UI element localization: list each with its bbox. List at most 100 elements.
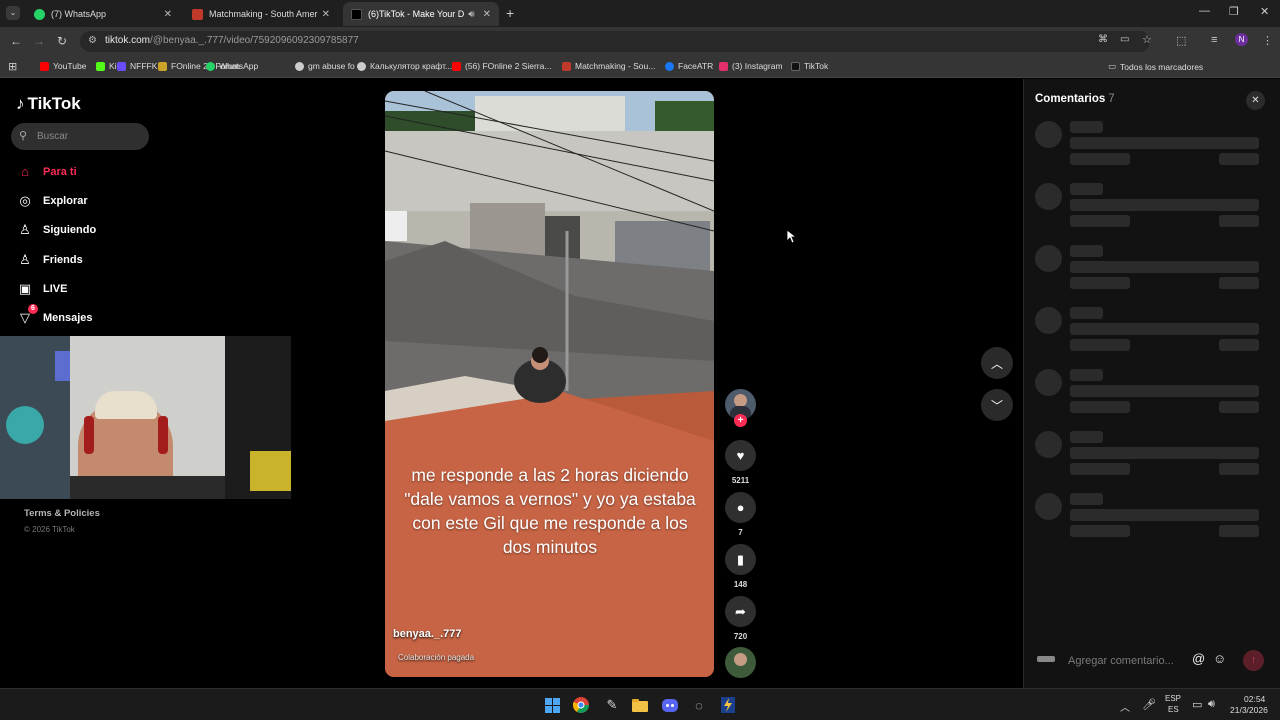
app-taskbar-icon[interactable]: ✎ <box>603 696 621 714</box>
close-tab-icon[interactable]: ✕ <box>164 9 172 20</box>
sidebar-item-mensajes[interactable]: ▽ 6 Mensajes <box>16 304 93 326</box>
language-bottom: ES <box>1168 705 1179 714</box>
video-player[interactable]: me responde a las 2 horas diciendo "dale… <box>385 91 714 677</box>
next-video-button[interactable]: ﹀ <box>981 389 1013 421</box>
messages-badge: 6 <box>28 304 38 314</box>
tray-overflow-icon[interactable]: ︿ <box>1120 699 1130 714</box>
tiktok-favicon-icon <box>351 8 362 20</box>
sidebar-item-explorar[interactable]: ◎ Explorar <box>16 193 88 209</box>
sidebar-item-label: Para ti <box>43 165 77 178</box>
tab-title: (6)TikTok - Make Your Day <box>368 9 465 19</box>
sound-avatar[interactable] <box>725 647 756 678</box>
tab-whatsapp[interactable]: (7) WhatsApp ✕ <box>26 2 180 26</box>
sidebar-item-live[interactable]: ▣ LIVE <box>16 281 68 297</box>
video-username[interactable]: benyaa._.777 <box>393 628 462 640</box>
clock-time[interactable]: 02:54 <box>1244 694 1265 704</box>
bookmark-label: gm abuse fo <box>308 61 355 71</box>
close-comments-button[interactable]: ✕ <box>1246 91 1265 110</box>
sidebar-item-label: LIVE <box>43 283 68 295</box>
translate-icon[interactable]: ⌘ <box>1098 34 1108 45</box>
cast-icon[interactable]: ▭ <box>1120 34 1129 45</box>
bookmark-star-icon[interactable]: ☆ <box>1142 33 1152 46</box>
like-button[interactable]: ♥ <box>725 440 756 471</box>
share-icon: ➦ <box>735 603 746 619</box>
new-tab-button[interactable]: + <box>506 5 514 21</box>
bookmark-tiktok[interactable]: TikTok <box>791 61 828 71</box>
audio-playing-icon[interactable]: 🔊︎ <box>468 9 474 20</box>
send-comment-button[interactable]: ↑ <box>1243 650 1264 671</box>
address-bar[interactable]: ⚙︎ tiktok.com/@benyaa._.777/video/759209… <box>80 31 1152 52</box>
comment-button[interactable]: ● <box>725 492 756 523</box>
discord-icon[interactable] <box>661 696 679 714</box>
tab-matchmaking[interactable]: Matchmaking - South America ✕ <box>184 2 338 26</box>
chevron-up-icon: ︿ <box>990 356 1003 371</box>
share-button[interactable]: ➦ <box>725 596 756 627</box>
globe-icon <box>295 61 304 71</box>
sidebar-item-para-ti[interactable]: ⌂ Para ti <box>16 164 77 179</box>
all-bookmarks[interactable]: ▭ Todos los marcadores <box>1108 61 1203 72</box>
skeleton-line <box>1070 323 1259 335</box>
tiktok-logo[interactable]: ♪ TikTok <box>16 94 81 114</box>
bookmark-gm-abuse[interactable]: gm abuse fo <box>295 61 355 71</box>
bookmark-matchmaking[interactable]: Matchmaking - Sou... <box>562 61 655 71</box>
bookmark-whatsapp[interactable]: WhatsApp <box>206 61 258 71</box>
close-tab-icon[interactable]: ✕ <box>322 9 330 20</box>
chrome-taskbar-icon[interactable] <box>572 696 590 714</box>
skeleton-avatar <box>1035 183 1062 210</box>
close-icon: ✕ <box>1251 95 1260 106</box>
bookmark-youtube[interactable]: YouTube <box>40 61 86 71</box>
mention-icon[interactable]: @ <box>1192 651 1205 666</box>
network-icon[interactable]: ▭ <box>1192 698 1202 711</box>
tab-search-button[interactable]: ⌄ <box>6 6 20 20</box>
sidebar-item-friends[interactable]: ♙ Friends <box>16 252 83 268</box>
microphone-icon[interactable]: 🎤︎ <box>1142 698 1156 711</box>
bookmark-label: (56) FOnline 2 Sierra... <box>465 61 552 71</box>
terms-link[interactable]: Terms & Policies <box>24 508 100 519</box>
search-box[interactable]: ⚲ <box>11 123 149 150</box>
volume-icon[interactable]: 🔊︎ <box>1208 698 1215 711</box>
media-control-icon[interactable]: ≡ <box>1211 34 1217 46</box>
skeleton-line <box>1070 307 1103 319</box>
like-count: 5211 <box>731 476 750 485</box>
bookmark-nfffk[interactable]: NFFFK <box>117 61 157 71</box>
bookmark-instagram[interactable]: (3) Instagram <box>719 61 783 71</box>
kick-icon <box>96 61 105 71</box>
restore-icon[interactable]: ❐ <box>1229 5 1239 18</box>
sidebar-item-label: Explorar <box>43 195 88 207</box>
previous-video-button[interactable]: ︿ <box>981 347 1013 379</box>
extensions-icon[interactable]: ⬚ <box>1176 34 1186 47</box>
bookmark-icon: ▮ <box>736 551 745 567</box>
save-button[interactable]: ▮ <box>725 544 756 575</box>
bookmark-fonline-sierra[interactable]: (56) FOnline 2 Sierra... <box>452 61 551 71</box>
back-icon[interactable]: ← <box>10 34 22 48</box>
site-info-icon[interactable]: ⚙︎ <box>88 35 97 46</box>
emoji-icon[interactable]: ☺ <box>1213 651 1226 666</box>
follow-plus-button[interactable]: + <box>734 414 747 427</box>
search-input[interactable] <box>37 127 142 146</box>
apps-grid-icon[interactable]: ⊞ <box>8 60 17 73</box>
app-lightning-icon[interactable] <box>719 696 737 714</box>
comment-skeleton-row <box>1024 493 1280 543</box>
tab-title: Matchmaking - South America <box>209 9 318 19</box>
arrow-up-icon: ↑ <box>1250 654 1257 666</box>
comment-skeleton-row <box>1024 431 1280 481</box>
windows-start-icon[interactable] <box>543 696 561 714</box>
bookmark-label: Matchmaking - Sou... <box>575 61 656 71</box>
forward-icon[interactable]: → <box>33 34 45 48</box>
reload-icon[interactable]: ↻ <box>57 34 67 48</box>
tiktok-page: ♪ TikTok ⚲ ⌂ Para ti ◎ Explorar ♙ Siguie… <box>0 79 1280 688</box>
bookmark-calculator[interactable]: Калькулятор крафт... <box>357 61 452 71</box>
emoji-sticker-icon[interactable] <box>1037 656 1055 662</box>
menu-kebab-icon[interactable]: ⋮ <box>1262 34 1273 47</box>
window-close-icon[interactable]: ✕ <box>1260 5 1269 18</box>
close-tab-icon[interactable]: ✕ <box>483 9 491 20</box>
sidebar-item-siguiendo[interactable]: ♙ Siguiendo <box>16 222 96 238</box>
minimize-icon[interactable]: — <box>1199 5 1210 17</box>
file-explorer-icon[interactable] <box>631 696 649 714</box>
profile-avatar[interactable]: N <box>1235 33 1248 46</box>
tab-tiktok[interactable]: (6)TikTok - Make Your Day 🔊︎ ✕ <box>343 2 499 26</box>
steam-icon[interactable]: ◌ <box>690 696 708 714</box>
language-top[interactable]: ESP <box>1165 694 1181 703</box>
skeleton-line <box>1219 463 1259 475</box>
bookmark-faceatr[interactable]: FaceATR <box>665 61 713 71</box>
